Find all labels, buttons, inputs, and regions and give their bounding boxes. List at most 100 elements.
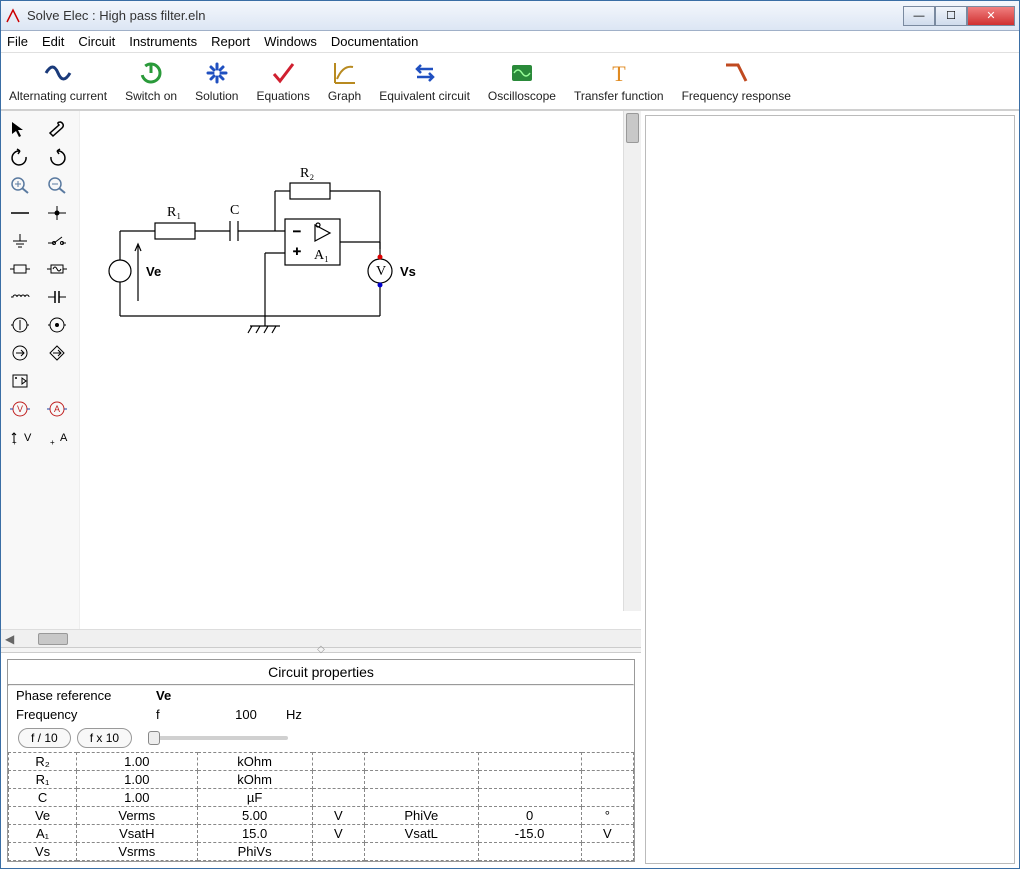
toolbar-solution[interactable]: Solution — [195, 59, 238, 103]
table-row[interactable]: R₂1.00kOhm — [9, 753, 634, 771]
table-cell[interactable]: 5.00 — [197, 807, 312, 825]
circuit-diagram: − + — [100, 141, 480, 391]
table-cell[interactable]: V — [581, 825, 633, 843]
horizontal-splitter[interactable] — [1, 647, 641, 653]
toolbar: Alternating current Switch on Solution E… — [1, 53, 1019, 110]
palette-dep-csrc[interactable] — [5, 341, 35, 365]
minimize-button[interactable]: — — [903, 6, 935, 26]
table-cell — [478, 771, 581, 789]
palette-resistor[interactable] — [5, 257, 35, 281]
label-vmeter: V — [376, 264, 386, 279]
table-cell[interactable]: PhiVs — [197, 843, 312, 861]
palette-source-ac[interactable] — [42, 257, 72, 281]
svg-text:V: V — [24, 432, 32, 444]
palette-probe-a[interactable]: A+ — [42, 425, 72, 449]
toolbar-equivalent-circuit[interactable]: Equivalent circuit — [379, 59, 470, 103]
palette-node[interactable] — [42, 201, 72, 225]
row-phase-reference: Phase reference Ve — [8, 686, 634, 705]
properties-panel: Circuit properties Phase reference Ve Fr… — [7, 659, 635, 862]
palette-switch[interactable] — [42, 229, 72, 253]
sine-icon — [44, 59, 72, 87]
menu-file[interactable]: File — [7, 34, 28, 49]
menu-instruments[interactable]: Instruments — [129, 34, 197, 49]
palette-current-source[interactable] — [5, 313, 35, 337]
label-vs: Vs — [400, 264, 416, 279]
table-cell — [581, 753, 633, 771]
properties-title: Circuit properties — [8, 660, 634, 684]
toolbar-alternating-current[interactable]: Alternating current — [9, 59, 107, 103]
menu-documentation[interactable]: Documentation — [331, 34, 418, 49]
table-cell[interactable]: Verms — [77, 807, 197, 825]
menu-report[interactable]: Report — [211, 34, 250, 49]
table-cell[interactable]: VsatH — [77, 825, 197, 843]
table-cell — [312, 843, 364, 861]
palette-ammeter[interactable]: A — [42, 397, 72, 421]
oscilloscope-icon — [508, 59, 536, 87]
toolbar-graph[interactable]: Graph — [328, 59, 361, 103]
freq-div10-button[interactable]: f / 10 — [18, 728, 71, 748]
close-button[interactable]: ✕ — [967, 6, 1015, 26]
table-cell[interactable]: PhiVe — [365, 807, 479, 825]
svg-text:A: A — [60, 432, 68, 444]
window-title: Solve Elec : High pass filter.eln — [27, 8, 903, 23]
table-row[interactable]: C1.00µF — [9, 789, 634, 807]
table-cell[interactable]: kOhm — [197, 771, 312, 789]
table-row[interactable]: VeVerms5.00VPhiVe0° — [9, 807, 634, 825]
menu-windows[interactable]: Windows — [264, 34, 317, 49]
toolbar-transfer-function[interactable]: T Transfer function — [574, 59, 664, 103]
table-cell[interactable]: µF — [197, 789, 312, 807]
table-cell[interactable]: 0 — [478, 807, 581, 825]
output-pane — [645, 115, 1015, 864]
freq-controls: f / 10 f x 10 — [8, 724, 634, 752]
toolbar-frequency-response[interactable]: Frequency response — [682, 59, 791, 103]
palette-zoom-out[interactable] — [42, 173, 72, 197]
table-cell[interactable]: -15.0 — [478, 825, 581, 843]
palette-rotate-ccw[interactable] — [5, 145, 35, 169]
palette-voltage-source[interactable] — [42, 313, 72, 337]
workspace: V A V+ A+ — [1, 110, 1019, 868]
palette-probe-v[interactable]: V+ — [5, 425, 35, 449]
table-cell[interactable]: V — [312, 807, 364, 825]
palette-capacitor[interactable] — [42, 285, 72, 309]
palette-voltmeter[interactable]: V — [5, 397, 35, 421]
palette-zoom-in[interactable] — [5, 173, 35, 197]
toolbar-switch-on[interactable]: Switch on — [125, 59, 177, 103]
table-cell — [365, 789, 479, 807]
toolbar-equations[interactable]: Equations — [256, 59, 309, 103]
table-cell — [581, 771, 633, 789]
table-cell[interactable]: 1.00 — [77, 753, 197, 771]
maximize-button[interactable]: ☐ — [935, 6, 967, 26]
table-cell[interactable]: Vsrms — [77, 843, 197, 861]
palette-pointer[interactable] — [5, 117, 35, 141]
table-cell[interactable]: 1.00 — [77, 789, 197, 807]
table-cell[interactable]: kOhm — [197, 753, 312, 771]
table-row[interactable]: A₁VsatH15.0VVsatL-15.0V — [9, 825, 634, 843]
freq-slider[interactable] — [148, 736, 288, 740]
check-icon — [269, 59, 297, 87]
palette-rotate-cw[interactable] — [42, 145, 72, 169]
table-row[interactable]: VsVsrmsPhiVs — [9, 843, 634, 861]
table-cell — [365, 843, 479, 861]
menubar: File Edit Circuit Instruments Report Win… — [1, 31, 1019, 53]
table-cell[interactable]: ° — [581, 807, 633, 825]
table-cell[interactable]: 15.0 — [197, 825, 312, 843]
table-cell[interactable]: 1.00 — [77, 771, 197, 789]
palette-ground[interactable] — [5, 229, 35, 253]
menu-edit[interactable]: Edit — [42, 34, 64, 49]
table-cell[interactable]: VsatL — [365, 825, 479, 843]
palette-wire[interactable] — [5, 201, 35, 225]
table-cell — [581, 843, 633, 861]
toolbar-oscilloscope[interactable]: Oscilloscope — [488, 59, 556, 103]
table-cell[interactable]: V — [312, 825, 364, 843]
row-frequency: Frequency f 100 Hz — [8, 705, 634, 724]
menu-circuit[interactable]: Circuit — [78, 34, 115, 49]
transfer-icon: T — [605, 59, 633, 87]
palette-opamp[interactable] — [5, 369, 35, 393]
palette-wrench[interactable] — [42, 117, 72, 141]
palette-inductor[interactable] — [5, 285, 35, 309]
freq-mul10-button[interactable]: f x 10 — [77, 728, 132, 748]
canvas-vscroll[interactable] — [623, 111, 641, 611]
table-row[interactable]: R₁1.00kOhm — [9, 771, 634, 789]
schematic-canvas[interactable]: − + — [79, 111, 641, 629]
palette-dep-vsrc[interactable] — [42, 341, 72, 365]
